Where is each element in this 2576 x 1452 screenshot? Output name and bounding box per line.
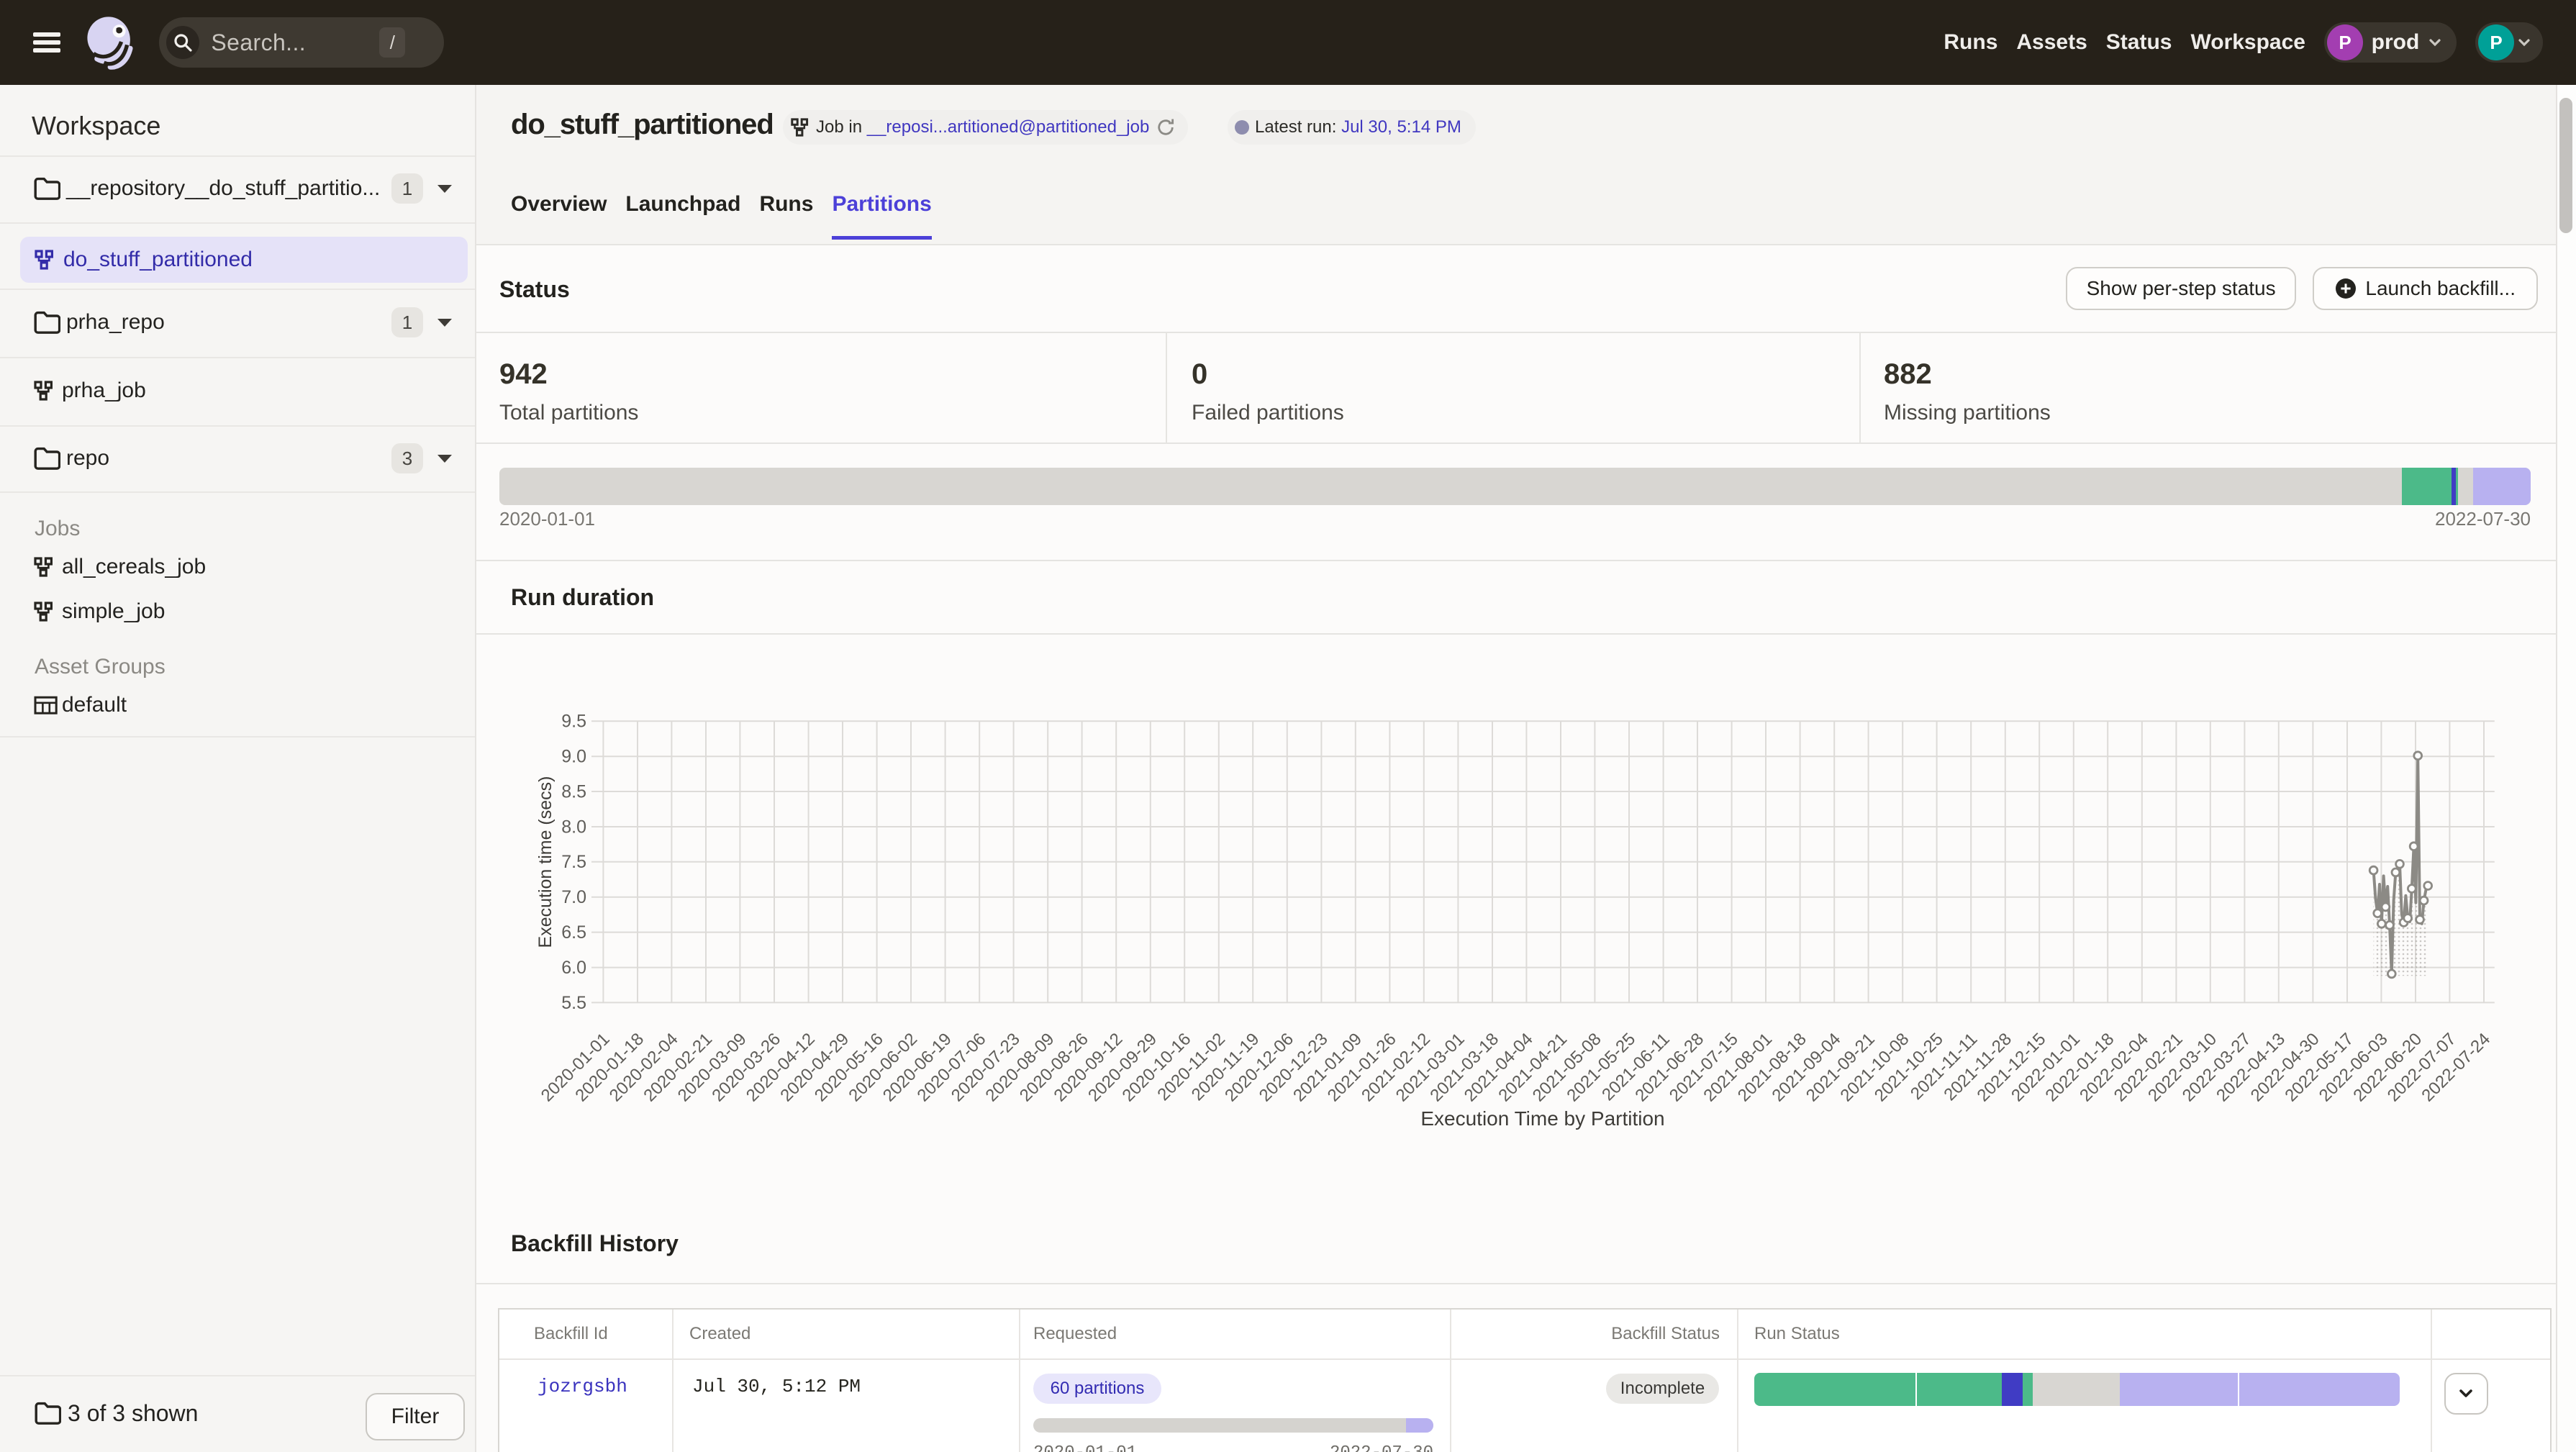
svg-text:7.5: 7.5 [561,852,586,872]
svg-text:8.5: 8.5 [561,781,586,802]
svg-text:5.5: 5.5 [561,993,586,1013]
svg-text:Execution Time by Partition: Execution Time by Partition [1420,1107,1664,1130]
svg-text:8.0: 8.0 [561,817,586,837]
svg-text:Execution time (secs): Execution time (secs) [535,776,555,948]
svg-text:9.5: 9.5 [561,712,586,732]
svg-text:9.0: 9.0 [561,747,586,767]
svg-text:6.0: 6.0 [561,958,586,978]
svg-text:6.5: 6.5 [561,922,586,943]
svg-text:7.0: 7.0 [561,887,586,907]
